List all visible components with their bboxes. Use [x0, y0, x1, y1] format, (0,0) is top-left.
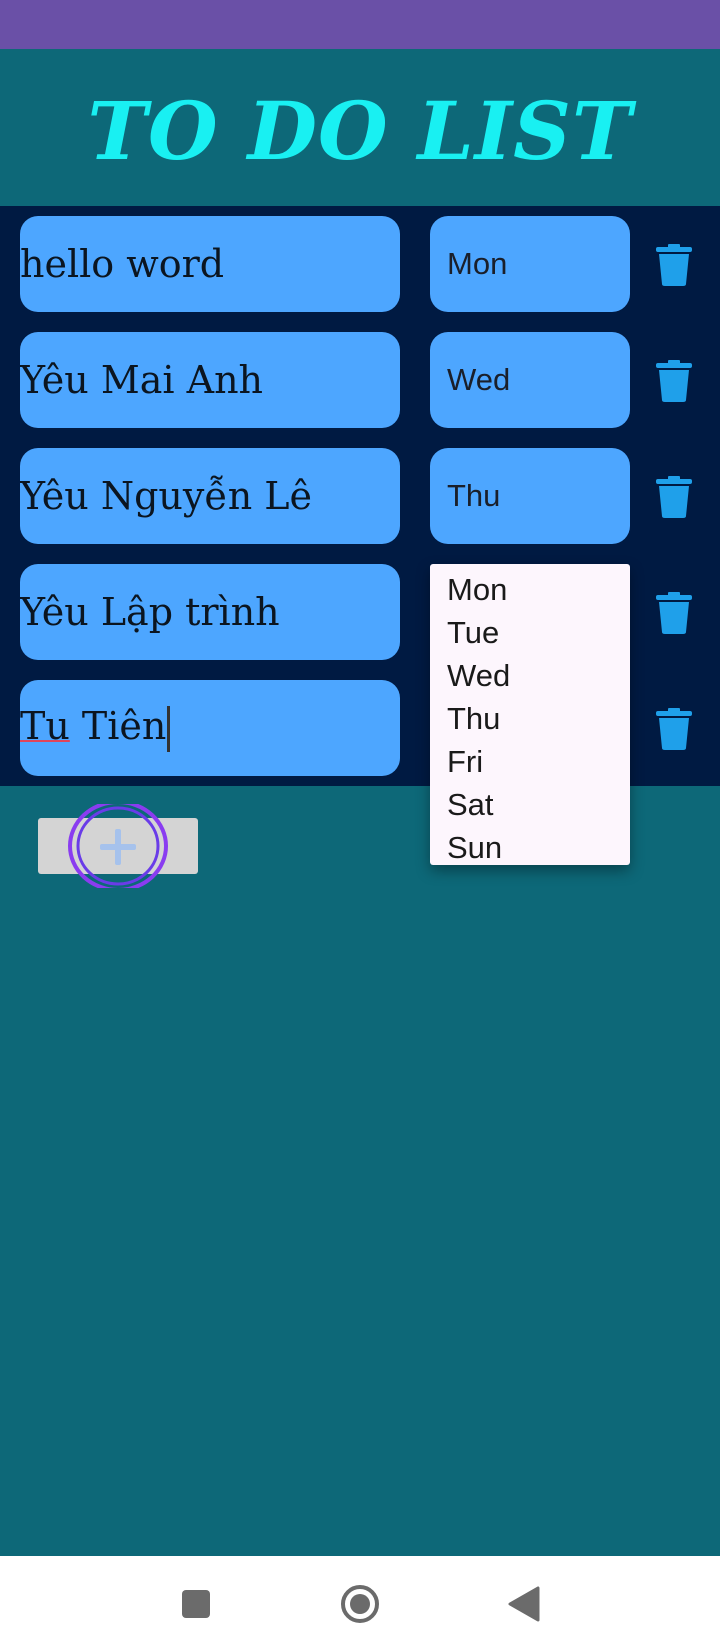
text-cursor: [167, 706, 171, 753]
dropdown-option-fri[interactable]: Fri: [430, 740, 630, 783]
dropdown-option-thu[interactable]: Thu: [430, 697, 630, 740]
trash-icon[interactable]: [656, 360, 692, 402]
task-text: Yêu Nguyễn Lê: [20, 474, 312, 518]
trash-icon[interactable]: [656, 708, 692, 750]
add-task-button[interactable]: [38, 804, 198, 888]
task-text: hello word: [20, 242, 225, 286]
task-input-focused[interactable]: Tu Tiên: [20, 680, 400, 776]
task-text: Yêu Lập trình: [20, 590, 280, 634]
task-input[interactable]: Yêu Lập trình: [20, 564, 400, 660]
day-select[interactable]: Mon: [430, 216, 630, 312]
day-select[interactable]: Thu: [430, 448, 630, 544]
page-title: TO DO LIST: [87, 83, 633, 178]
dropdown-option-wed[interactable]: Wed: [430, 654, 630, 697]
trash-icon[interactable]: [656, 592, 692, 634]
trash-icon[interactable]: [656, 476, 692, 518]
dropdown-option-mon[interactable]: Mon: [430, 568, 630, 611]
day-dropdown-menu: Mon Tue Wed Thu Fri Sat Sun: [430, 564, 630, 865]
task-text-value: Tu Tiên: [20, 703, 167, 748]
dropdown-option-sun[interactable]: Sun: [430, 826, 630, 869]
square-icon[interactable]: [176, 1584, 216, 1624]
task-input[interactable]: hello word: [20, 216, 400, 312]
header: TO DO LIST: [0, 49, 720, 206]
circle-icon[interactable]: [340, 1584, 380, 1624]
task-text: Yêu Mai Anh: [20, 358, 264, 402]
day-select[interactable]: Wed: [430, 332, 630, 428]
dropdown-option-tue[interactable]: Tue: [430, 611, 630, 654]
task-row: Yêu Mai Anh Wed: [0, 332, 720, 428]
task-input[interactable]: Yêu Mai Anh: [20, 332, 400, 428]
status-bar: [0, 0, 720, 49]
trash-icon[interactable]: [656, 244, 692, 286]
task-row: Yêu Nguyễn Lê Thu: [0, 448, 720, 544]
task-text: Tu Tiên: [20, 703, 171, 753]
task-row: hello word Mon: [0, 216, 720, 312]
plus-icon: [100, 829, 136, 865]
triangle-back-icon[interactable]: [504, 1584, 544, 1624]
dropdown-option-sat[interactable]: Sat: [430, 783, 630, 826]
task-input[interactable]: Yêu Nguyễn Lê: [20, 448, 400, 544]
spellcheck-word: Tu: [20, 703, 70, 748]
navigation-bar: [0, 1556, 720, 1650]
